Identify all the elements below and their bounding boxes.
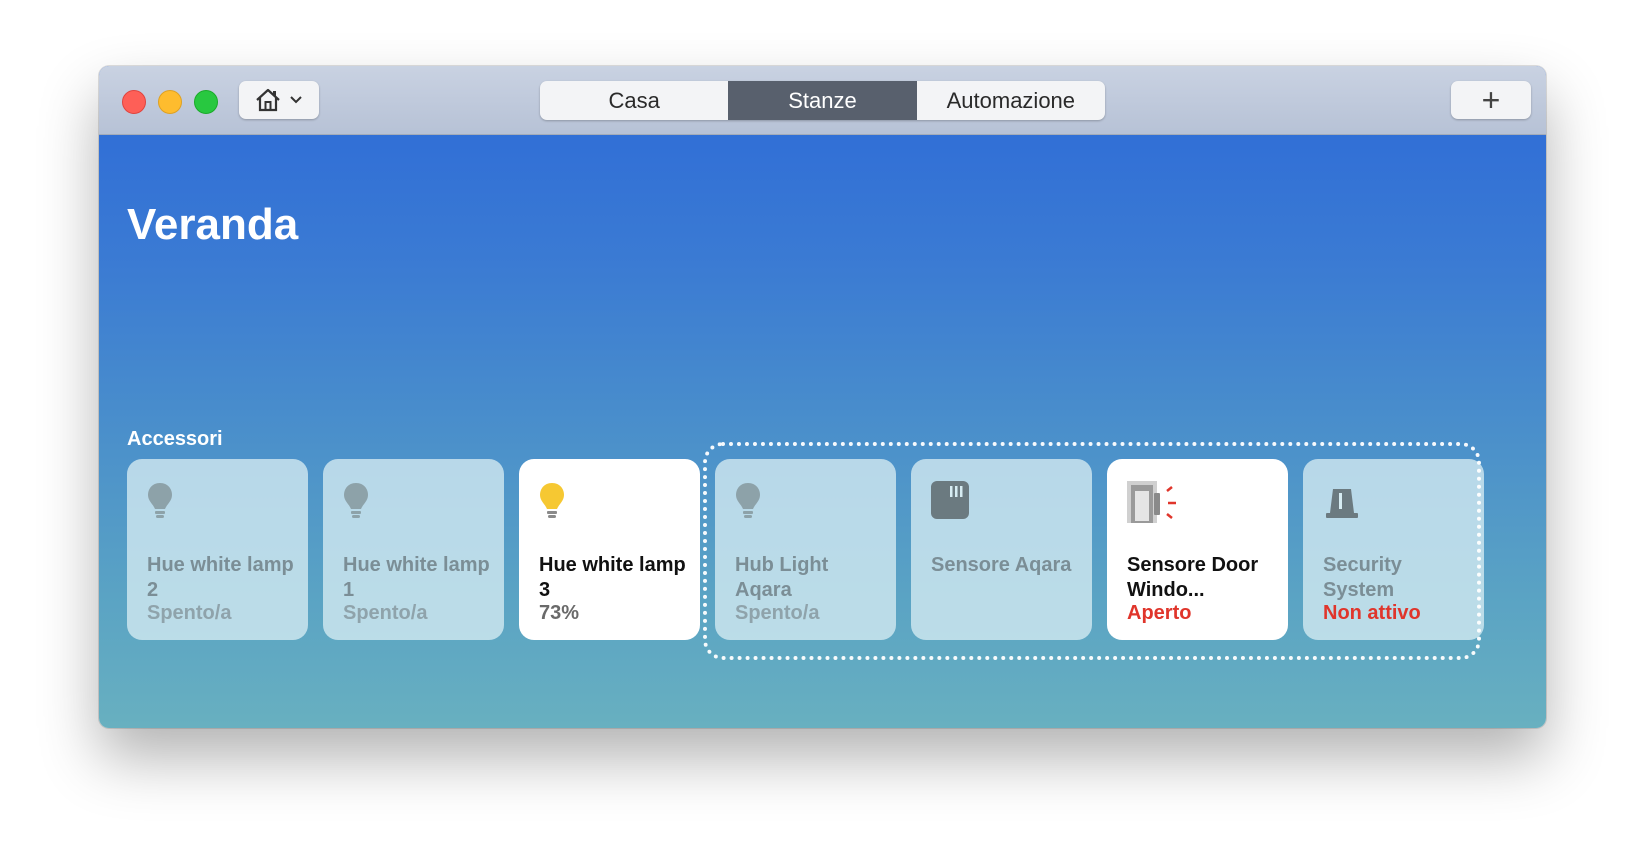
alarm-icon [1323,481,1363,526]
title-bar: Casa Stanze Automazione + [99,66,1546,135]
add-button[interactable]: + [1451,81,1531,119]
tab-stanze[interactable]: Stanze [728,81,917,120]
accessory-status: Spento/a [147,602,232,624]
close-window-button[interactable] [122,90,146,114]
lightbulb-icon [147,481,173,526]
section-label-accessories: Accessori [127,428,223,450]
room-title: Veranda [127,200,299,249]
accessory-status: Non attivo [1323,602,1421,624]
accessory-tile-hue-lamp-2[interactable]: Hue white lamp 2 Spento/a [127,459,308,640]
home-menu-button[interactable] [239,81,319,119]
lightbulb-icon [539,481,565,526]
accessory-name: Hub Light Aqara [735,554,829,601]
accessory-name: Sensore Aqara [931,554,1072,576]
accessory-status: 73% [539,602,580,624]
accessory-tile-sensore-aqara[interactable]: Sensore Aqara [911,459,1092,640]
accessory-tile-hue-lamp-3[interactable]: Hue white lamp 3 73% [519,459,700,640]
house-icon [255,88,281,112]
home-app-window: Casa Stanze Automazione + Veranda Access… [99,66,1546,728]
minimize-window-button[interactable] [158,90,182,114]
accessory-name: Hue white lamp 2 [147,554,294,601]
accessory-name: Sensore Door Windo... [1127,554,1259,601]
lightbulb-icon [343,481,369,526]
zoom-window-button[interactable] [194,90,218,114]
sensor-icon [931,481,971,526]
door-sensor-icon [1127,481,1183,530]
accessory-tile-hue-lamp-1[interactable]: Hue white lamp 1 Spento/a [323,459,504,640]
tab-automazione[interactable]: Automazione [917,81,1105,120]
accessory-tile-security-system[interactable]: Security System Non attivo [1303,459,1484,640]
accessory-tiles: Hue white lamp 2 Spento/a Hue white lamp… [127,459,1484,640]
accessory-status: Spento/a [343,602,428,624]
accessory-tile-door-sensor[interactable]: Sensore Door Windo... Aperto [1107,459,1288,640]
accessory-name: Security System [1323,554,1402,601]
accessory-tile-hub-light[interactable]: Hub Light Aqara Spento/a [715,459,896,640]
accessory-name: Hue white lamp 1 [343,554,490,601]
lightbulb-icon [735,481,761,526]
view-tabs: Casa Stanze Automazione [540,81,1105,120]
accessory-name: Hue white lamp 3 [539,554,686,601]
chevron-down-icon [289,95,303,105]
accessory-status: Spento/a [735,602,820,624]
accessory-status: Aperto [1127,602,1192,624]
tab-casa[interactable]: Casa [540,81,728,120]
